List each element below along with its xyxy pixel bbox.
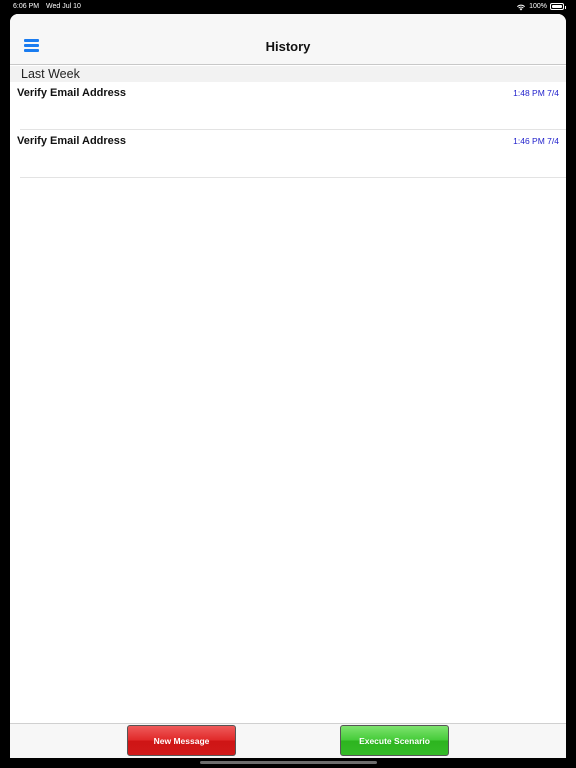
status-time: 6:06 PM (13, 3, 40, 10)
bottom-toolbar: New Message Execute Scenario (10, 723, 566, 758)
page-title: History (265, 39, 311, 54)
row-divider (20, 177, 566, 178)
execute-scenario-button[interactable]: Execute Scenario (340, 725, 449, 756)
status-bar: 6:06 PM Wed Jul 10 100% (0, 0, 576, 13)
status-right: 100% (516, 0, 566, 13)
section-header-last-week: Last Week (10, 66, 566, 82)
wifi-icon (517, 4, 526, 10)
history-item-title: Verify Email Address (17, 87, 127, 99)
battery-percent: 100% (529, 3, 547, 10)
battery-icon (550, 3, 566, 10)
history-item[interactable]: Verify Email Address 1:48 PM 7/4 (10, 82, 566, 130)
history-item-time: 1:46 PM 7/4 (513, 136, 559, 146)
app-window: History Last Week Verify Email Address 1… (10, 14, 566, 758)
history-item[interactable]: Verify Email Address 1:46 PM 7/4 (10, 130, 566, 178)
history-item-time: 1:48 PM 7/4 (513, 88, 559, 98)
history-item-title: Verify Email Address (17, 135, 127, 147)
home-indicator[interactable] (200, 761, 377, 764)
new-message-button[interactable]: New Message (127, 725, 236, 756)
history-list: Verify Email Address 1:48 PM 7/4 Verify … (10, 82, 566, 178)
status-date: Wed Jul 10 (46, 3, 81, 10)
navigation-bar: History (10, 14, 566, 65)
